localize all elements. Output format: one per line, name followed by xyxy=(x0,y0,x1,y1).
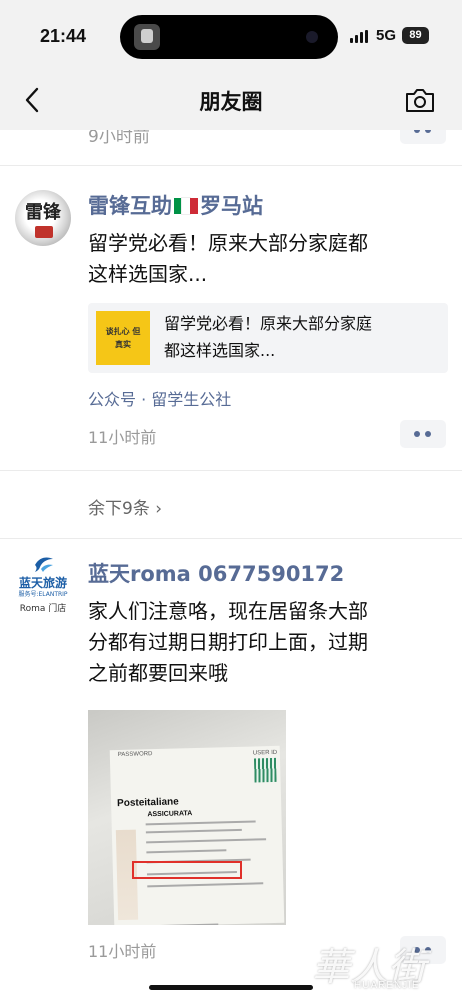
avatar-seal xyxy=(35,226,53,238)
dynamic-island[interactable] xyxy=(120,15,338,59)
network-type: 5G xyxy=(376,27,397,44)
post-author[interactable]: 蓝天roma 0677590172 xyxy=(88,558,344,588)
post-divider xyxy=(0,165,462,166)
avatar-logo-text: 雷锋 xyxy=(25,202,61,223)
post-text: 留学党必看！原来大部分家庭都 这样选国家... xyxy=(88,231,368,286)
barcode-graphic xyxy=(253,757,277,783)
avatar-store-label: Roma 门店 xyxy=(19,604,67,614)
post-text: 家人们注意咯，现在居留条大部 分都有过期日期打印上面，过期 之前都要回来哦 xyxy=(88,599,368,685)
camera-lens-icon xyxy=(306,31,318,43)
avatar-brand-subtitle: 服务号:ELANTRIP xyxy=(18,591,68,598)
navigation-bar: 朋友圈 xyxy=(0,72,462,130)
post-more-button[interactable] xyxy=(400,420,446,448)
signal-strength-icon xyxy=(350,30,370,43)
watermark-logo: 華人街 HUARENJIE xyxy=(312,945,427,991)
post-divider xyxy=(0,470,462,471)
show-remaining-link[interactable]: 余下9条 › xyxy=(88,494,162,519)
battery-icon: 89 xyxy=(402,27,429,44)
avatar[interactable]: 蓝天旅游 服务号:ELANTRIP Roma 门店 xyxy=(12,555,74,617)
bird-logo-icon xyxy=(35,557,53,572)
post-more-button[interactable] xyxy=(400,130,446,144)
status-time: 21:44 xyxy=(40,26,87,46)
now-playing-thumbnail xyxy=(134,24,160,50)
post-time: 9小时前 xyxy=(88,130,150,147)
avatar[interactable]: 雷锋 xyxy=(15,190,71,246)
post-divider xyxy=(0,538,462,539)
post-photo[interactable]: PASSWORD USER ID Posteitaliane ASSICURAT… xyxy=(88,710,286,925)
status-bar: 21:44 5G 89 xyxy=(0,0,462,72)
camera-icon[interactable] xyxy=(404,86,436,114)
document-photo: PASSWORD USER ID Posteitaliane ASSICURAT… xyxy=(109,745,285,925)
page-title: 朋友圈 xyxy=(199,90,263,114)
shared-article-card[interactable]: 谈扎心 但真实 留学党必看！原来大部分家庭 都这样选国家... xyxy=(88,303,448,373)
highlight-box xyxy=(132,861,242,879)
post-time: 11小时前 xyxy=(88,942,157,961)
article-source-link[interactable]: 公众号 · 留学生公社 xyxy=(88,386,231,410)
article-thumbnail: 谈扎心 但真实 xyxy=(96,311,150,365)
post-time: 11小时前 xyxy=(88,428,157,447)
home-indicator[interactable] xyxy=(149,985,313,990)
moments-feed[interactable]: 9小时前 雷锋 雷锋互助 罗马站 留学党必看！原来大部分家庭都 这样选国家... … xyxy=(0,130,462,1000)
post-author[interactable]: 雷锋互助 罗马站 xyxy=(88,190,263,220)
italy-flag-icon xyxy=(174,195,198,215)
article-title: 留学党必看！原来大部分家庭 都这样选国家... xyxy=(164,314,373,360)
